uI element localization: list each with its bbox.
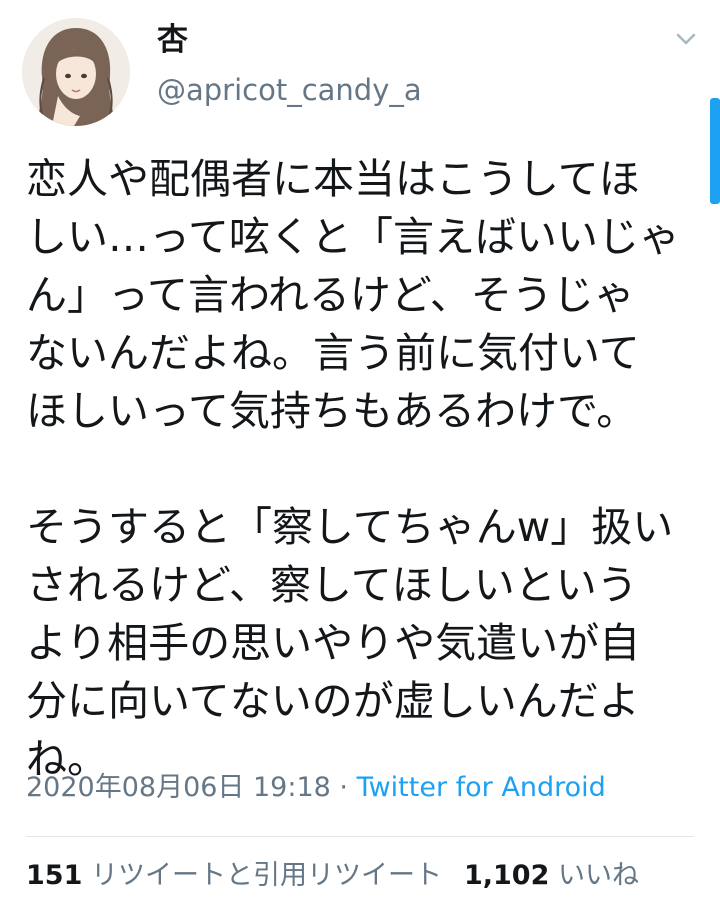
timestamp[interactable]: 2020年08月06日 19:18 (26, 772, 331, 803)
tweet-meta: 2020年08月06日 19:18 · Twitter for Android (26, 770, 606, 806)
retweets-count: 151 (26, 860, 83, 891)
display-name[interactable]: 杏 (157, 20, 188, 60)
retweets-label: リツイートと引用リツイート (90, 860, 442, 891)
tweet-line: されるけど、察してほしいという (26, 561, 638, 609)
tweet-line: ん」って言われるけど、そうじゃ (26, 271, 635, 319)
source-link[interactable]: Twitter for Android (357, 772, 606, 803)
tweet-detail: 杏 @apricot_candy_a 恋人や配偶者に本当はこうしてほ しい…って… (0, 0, 720, 901)
likes-label: いいね (557, 860, 639, 891)
avatar[interactable] (22, 18, 130, 126)
scrollbar[interactable] (710, 98, 720, 204)
tweet-line: ないんだよね。言う前に気付いて (26, 329, 640, 377)
tweet-line: 分に向いてないのが虚しいんだよ (26, 677, 640, 725)
user-handle[interactable]: @apricot_candy_a (157, 72, 422, 108)
divider (26, 836, 694, 837)
likes-count: 1,102 (463, 860, 550, 891)
retweets-stat[interactable]: 151 リツイートと引用リツイート (26, 860, 442, 891)
tweet-line: しい…って呟くと「言えばいいじゃ (26, 213, 680, 261)
chevron-down-icon[interactable] (672, 28, 700, 50)
meta-separator: · (330, 772, 357, 803)
tweet-text: 恋人や配偶者に本当はこうしてほ しい…って呟くと「言えばいいじゃ ん」って言われ… (26, 150, 694, 788)
tweet-line: そうすると「察してちゃんw」扱い (26, 503, 674, 551)
tweet-line: 恋人や配偶者に本当はこうしてほ (26, 155, 640, 203)
tweet-line: より相手の思いやりや気遣いが自 (26, 619, 641, 667)
likes-stat[interactable]: 1,102 いいね (464, 860, 639, 891)
avatar-illustration (22, 18, 130, 126)
tweet-stats: 151 リツイートと引用リツイート 1,102 いいね (26, 858, 639, 894)
tweet-line: ほしいって気持ちもあるわけで。 (26, 387, 638, 435)
